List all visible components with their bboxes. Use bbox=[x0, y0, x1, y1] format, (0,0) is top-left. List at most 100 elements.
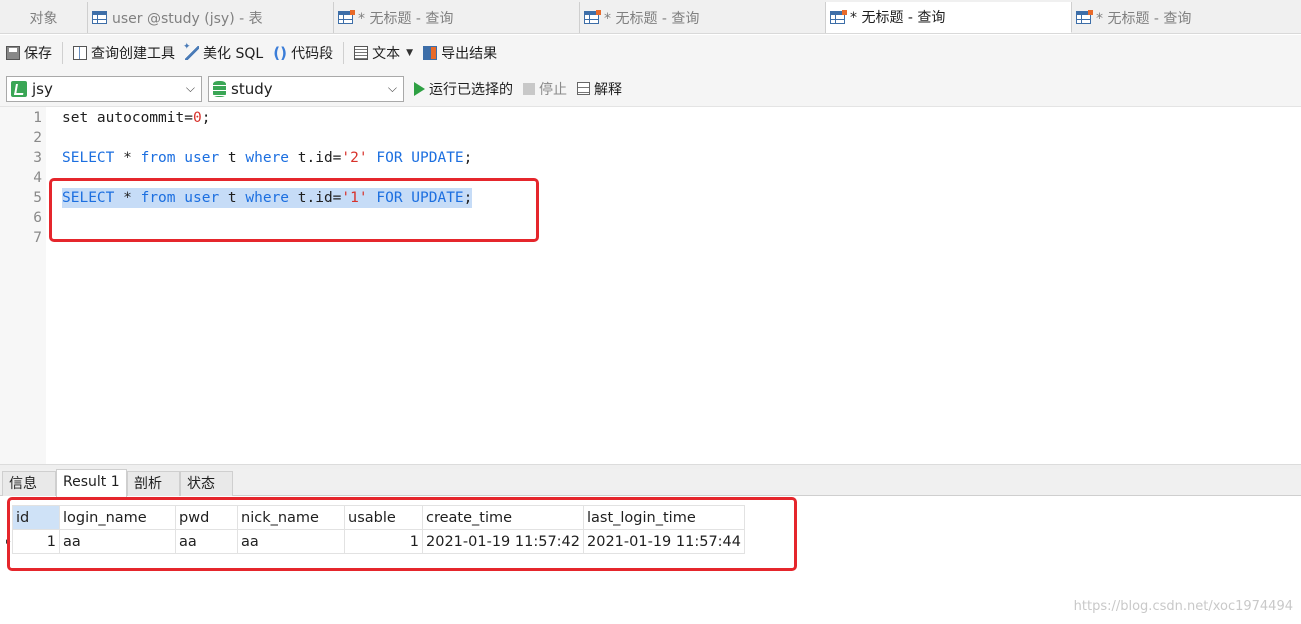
explain-button[interactable]: 解释 bbox=[577, 79, 622, 99]
query-icon bbox=[584, 10, 601, 24]
sql-literal: 0 bbox=[192, 110, 202, 126]
export-results-button[interactable]: 导出结果 bbox=[423, 43, 497, 63]
table-row[interactable]: 1 aa aa aa 1 2021-01-19 11:57:42 2021-01… bbox=[12, 529, 745, 554]
table-icon bbox=[92, 11, 107, 24]
connection-select[interactable]: jsy ⌵ bbox=[6, 75, 202, 102]
column-header[interactable]: id bbox=[12, 505, 60, 530]
line-number: 6 bbox=[33, 210, 42, 226]
query-icon bbox=[338, 10, 355, 24]
column-header[interactable]: nick_name bbox=[237, 505, 345, 530]
sql-keyword: from bbox=[140, 150, 176, 166]
result-grid[interactable]: id login_name pwd nick_name usable creat… bbox=[12, 505, 745, 554]
sql-keyword: SELECT bbox=[62, 190, 115, 206]
tab-label: * 无标题 - 查询 bbox=[1096, 10, 1192, 27]
current-row-marker-icon: ▸ bbox=[6, 537, 11, 547]
grid-header-row: id login_name pwd nick_name usable creat… bbox=[12, 505, 745, 530]
sql-token: * bbox=[114, 150, 141, 166]
code-line[interactable]: 2 bbox=[0, 128, 1301, 148]
tab-query-4[interactable]: * 无标题 - 查询 bbox=[1072, 2, 1301, 33]
sql-keyword: user bbox=[184, 190, 220, 206]
toolbar-separator bbox=[62, 42, 63, 64]
code-line[interactable]: 6 bbox=[0, 208, 1301, 228]
sql-token: t.id= bbox=[289, 190, 342, 206]
explain-icon bbox=[577, 82, 590, 95]
line-number: 5 bbox=[33, 190, 42, 206]
tab-label: * 无标题 - 查询 bbox=[850, 10, 946, 26]
database-select[interactable]: study ⌵ bbox=[208, 75, 404, 102]
sql-token: ; bbox=[463, 190, 473, 206]
query-icon bbox=[1076, 10, 1093, 24]
code-snippet-button[interactable]: () 代码段 bbox=[273, 43, 333, 63]
run-selected-button[interactable]: 运行已选择的 bbox=[414, 79, 513, 99]
magic-wand-icon bbox=[183, 42, 199, 60]
line-number: 2 bbox=[33, 130, 42, 146]
query-builder-button[interactable]: 查询创建工具 bbox=[73, 43, 175, 63]
grid-cell[interactable]: aa bbox=[175, 529, 238, 554]
tab-label: * 无标题 - 查询 bbox=[358, 10, 454, 27]
column-header[interactable]: last_login_time bbox=[583, 505, 745, 530]
stop-button[interactable]: 停止 bbox=[523, 79, 567, 99]
code-line[interactable]: 3 SELECT * from user t where t.id='2' FOR… bbox=[0, 148, 1301, 168]
tab-status[interactable]: 状态 bbox=[180, 471, 233, 496]
tab-result-1[interactable]: Result 1 bbox=[56, 469, 127, 497]
sql-literal: '2' bbox=[341, 150, 368, 166]
grid-cell[interactable]: aa bbox=[59, 529, 176, 554]
grid-cell[interactable]: 2021-01-19 11:57:44 bbox=[583, 529, 745, 554]
grid-cell[interactable]: 1 bbox=[12, 529, 60, 554]
chevron-down-icon: ⌵ bbox=[185, 80, 195, 95]
editor-toolbar: 保存 查询创建工具 美化 SQL () 代码段 文本 ▼ 导出结果 bbox=[0, 35, 1301, 71]
sql-keyword: user bbox=[184, 150, 220, 166]
code-line[interactable]: 1 set autocommit=0; bbox=[0, 108, 1301, 128]
tab-objects[interactable]: 对象 bbox=[0, 2, 88, 33]
tab-info[interactable]: 信息 bbox=[2, 471, 56, 496]
text-button[interactable]: 文本 ▼ bbox=[354, 43, 413, 63]
watermark: https://blog.csdn.net/xoc1974494 bbox=[1073, 599, 1293, 614]
dropdown-caret-icon[interactable]: ▼ bbox=[406, 48, 413, 58]
toolbar-separator bbox=[343, 42, 345, 64]
result-tabs: 信息 Result 1 剖析 状态 bbox=[0, 469, 1301, 497]
column-header[interactable]: usable bbox=[344, 505, 423, 530]
selected-sql-text[interactable]: SELECT * from user t where t.id='1' FOR … bbox=[62, 188, 473, 208]
database-icon bbox=[213, 80, 226, 97]
document-icon bbox=[354, 46, 369, 60]
sql-text[interactable]: SELECT * from user t where t.id='2' FOR … bbox=[62, 148, 472, 168]
tab-label: * 无标题 - 查询 bbox=[604, 10, 700, 27]
tab-label: 对象 bbox=[29, 10, 58, 27]
grid-cell[interactable]: 1 bbox=[344, 529, 423, 554]
save-icon bbox=[6, 46, 20, 60]
sql-keyword: FOR UPDATE bbox=[376, 190, 464, 206]
grid-cell[interactable]: aa bbox=[237, 529, 345, 554]
sql-text[interactable]: set autocommit=0; bbox=[62, 108, 210, 128]
code-line[interactable]: 4 bbox=[0, 168, 1301, 188]
code-line[interactable]: 7 bbox=[0, 228, 1301, 248]
beautify-sql-button[interactable]: 美化 SQL bbox=[183, 42, 263, 63]
line-number: 3 bbox=[33, 150, 42, 166]
sql-keyword: where bbox=[245, 150, 290, 166]
sql-token: set autocommit= bbox=[62, 110, 193, 126]
save-button[interactable]: 保存 bbox=[6, 43, 52, 63]
line-number: 4 bbox=[33, 170, 42, 186]
column-header[interactable]: login_name bbox=[59, 505, 176, 530]
navicat-window: 对象 user @study (jsy) - 表 * 无标题 - 查询 * 无标… bbox=[0, 0, 1301, 624]
query-icon bbox=[830, 9, 847, 24]
connection-icon bbox=[11, 80, 27, 97]
grid-cell[interactable]: 2021-01-19 11:57:42 bbox=[422, 529, 584, 554]
export-icon bbox=[423, 46, 438, 60]
tab-query-1[interactable]: * 无标题 - 查询 bbox=[334, 2, 580, 33]
sql-token: ; bbox=[463, 150, 473, 166]
tab-query-2[interactable]: * 无标题 - 查询 bbox=[580, 2, 826, 33]
tab-user-table[interactable]: user @study (jsy) - 表 bbox=[88, 2, 334, 33]
tab-profile[interactable]: 剖析 bbox=[127, 471, 180, 496]
tab-query-3-active[interactable]: * 无标题 - 查询 bbox=[826, 2, 1072, 33]
column-header[interactable]: create_time bbox=[422, 505, 584, 530]
sql-keyword: from bbox=[140, 190, 176, 206]
code-line[interactable]: 5 SELECT * from user t where t.id='1' FOR… bbox=[0, 188, 1301, 208]
sql-keyword: SELECT bbox=[62, 150, 115, 166]
sql-editor[interactable]: 1 set autocommit=0; 2 3 SELECT * from user t… bbox=[0, 107, 1301, 464]
tab-label: user @study (jsy) - 表 bbox=[112, 10, 263, 27]
sql-keyword: FOR UPDATE bbox=[376, 150, 464, 166]
column-header[interactable]: pwd bbox=[175, 505, 238, 530]
sql-literal: '1' bbox=[341, 190, 368, 206]
tab-strip: 对象 user @study (jsy) - 表 * 无标题 - 查询 * 无标… bbox=[0, 0, 1301, 34]
